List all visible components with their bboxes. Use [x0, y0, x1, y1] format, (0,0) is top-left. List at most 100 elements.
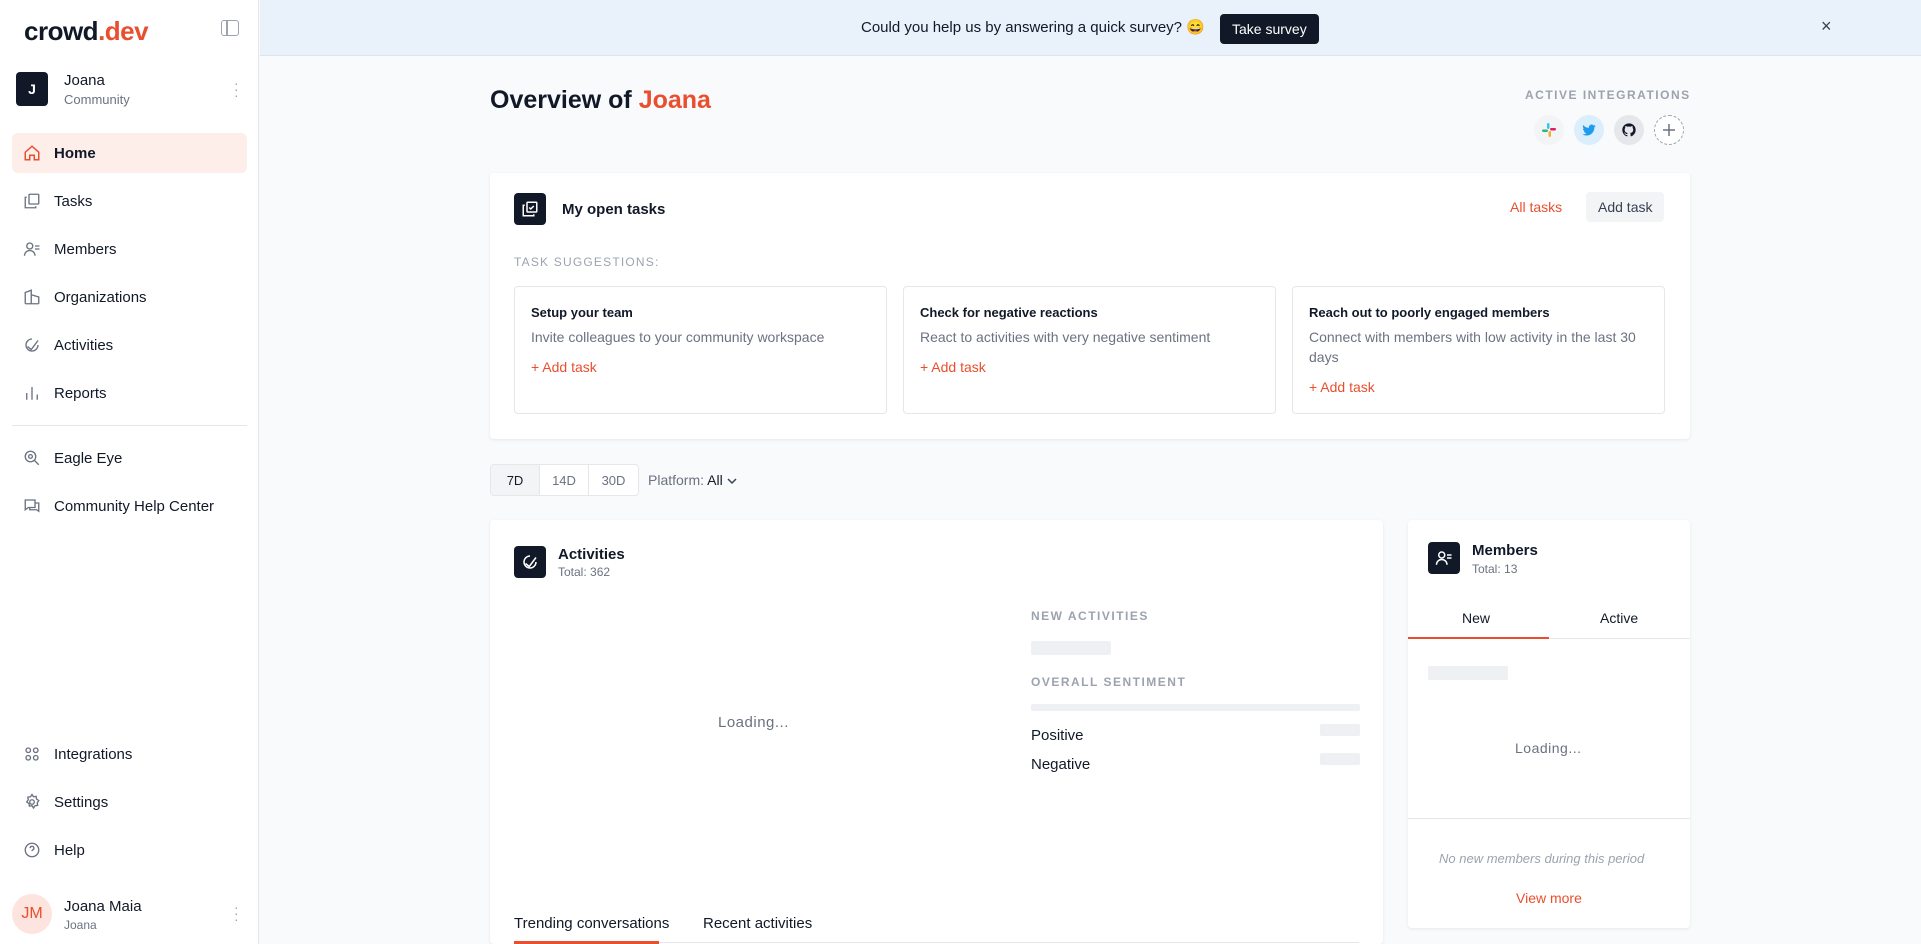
twitter-icon[interactable] — [1574, 115, 1604, 145]
take-survey-button[interactable]: Take survey — [1220, 14, 1319, 44]
members-loading-text: Loading... — [1515, 740, 1582, 756]
workspace-menu-icon[interactable]: · · · — [234, 76, 239, 102]
tab-trending-conversations[interactable]: Trending conversations — [514, 915, 669, 932]
add-task-button[interactable]: Add task — [1586, 192, 1665, 222]
user-workspace: Joana — [64, 918, 97, 932]
suggestion-title: Reach out to poorly engaged members — [1309, 305, 1550, 320]
date-range-toggle: 7D 14D 30D — [490, 464, 639, 496]
tabs-divider — [1549, 638, 1690, 639]
sidebar-item-tasks[interactable]: Tasks — [12, 181, 247, 221]
active-tab-indicator — [1408, 637, 1549, 639]
tasks-icon — [22, 191, 42, 211]
overall-sentiment-label: OVERALL SENTIMENT — [1031, 675, 1187, 689]
nav-divider — [12, 425, 247, 426]
slack-icon[interactable] — [1534, 115, 1564, 145]
sidebar-item-label: Settings — [54, 793, 109, 811]
range-7d-button[interactable]: 7D — [491, 465, 540, 495]
suggestion-title: Setup your team — [531, 305, 633, 320]
workspace-avatar: J — [16, 72, 48, 106]
members-icon — [1428, 542, 1460, 574]
sidebar-item-reports[interactable]: Reports — [12, 373, 247, 413]
sidebar-item-integrations[interactable]: Integrations — [12, 734, 247, 774]
activities-icon — [514, 546, 546, 578]
range-14d-button[interactable]: 14D — [540, 465, 589, 495]
add-integration-icon[interactable] — [1654, 115, 1684, 145]
divider — [1408, 818, 1690, 819]
help-icon — [22, 840, 42, 860]
members-icon — [22, 239, 42, 259]
page-title: Overview of Joana — [490, 86, 711, 115]
crowd-dev-logo[interactable]: crowd.dev — [24, 16, 149, 47]
tasks-icon — [514, 193, 546, 225]
chart-loading-text: Loading... — [718, 714, 789, 731]
tabs-divider — [659, 942, 1359, 943]
eagle-eye-icon — [22, 448, 42, 468]
sidebar-item-activities[interactable]: Activities — [12, 325, 247, 365]
add-suggested-task-button[interactable]: + Add task — [1309, 379, 1375, 395]
platform-label: Platform: — [648, 472, 705, 488]
positive-label: Positive — [1031, 727, 1084, 744]
new-activities-label: NEW ACTIVITIES — [1031, 609, 1149, 623]
task-suggestions-title: TASK SUGGESTIONS: — [514, 255, 660, 269]
all-tasks-link[interactable]: All tasks — [1510, 199, 1562, 215]
view-more-link[interactable]: View more — [1516, 890, 1582, 906]
sentiment-bar-skeleton — [1031, 704, 1360, 711]
sidebar-item-label: Eagle Eye — [54, 449, 123, 467]
add-suggested-task-button[interactable]: + Add task — [531, 359, 597, 375]
sidebar-item-organizations[interactable]: Organizations — [12, 277, 247, 317]
sidebar-item-eagle-eye[interactable]: Eagle Eye — [12, 438, 247, 478]
task-suggestion-card: Reach out to poorly engaged members Conn… — [1292, 286, 1665, 414]
home-icon — [22, 143, 42, 163]
activities-icon — [22, 335, 42, 355]
title-community-name: Joana — [638, 86, 711, 114]
chevron-down-icon — [727, 472, 737, 488]
platform-value: All — [707, 472, 723, 488]
sidebar-collapse-icon[interactable] — [221, 20, 239, 36]
logo-text: crowd — [24, 16, 99, 46]
close-icon[interactable]: × — [1821, 16, 1832, 37]
tab-new-members[interactable]: New — [1462, 610, 1490, 626]
tab-recent-activities[interactable]: Recent activities — [703, 915, 812, 932]
sidebar-item-community-help-center[interactable]: Community Help Center — [12, 486, 247, 526]
sidebar-item-label: Reports — [54, 384, 107, 402]
card-title: Activities — [558, 546, 625, 563]
card-title: Members — [1472, 542, 1538, 559]
sidebar-item-help[interactable]: Help — [12, 830, 247, 870]
user-menu-icon[interactable]: · · · — [234, 900, 239, 926]
sidebar: crowd.dev J Joana Community · · · Home Tas… — [0, 0, 259, 944]
user-profile[interactable]: JM Joana Maia Joana · · · — [12, 892, 247, 936]
workspace-switcher[interactable]: J Joana Community · · · — [16, 72, 244, 108]
activities-card: Activities Total: 362 Loading... NEW ACT… — [490, 520, 1383, 944]
open-tasks-card: My open tasks All tasks Add task TASK SU… — [490, 173, 1690, 439]
members-card: Members Total: 13 New Active Loading... … — [1408, 520, 1690, 928]
empty-members-text: No new members during this period — [1439, 851, 1645, 866]
sidebar-item-home[interactable]: Home — [12, 133, 247, 173]
sidebar-item-label: Organizations — [54, 288, 147, 306]
sidebar-item-members[interactable]: Members — [12, 229, 247, 269]
github-icon[interactable] — [1614, 115, 1644, 145]
survey-banner: Could you help us by answering a quick s… — [260, 0, 1921, 56]
suggestion-description: React to activities with very negative s… — [920, 329, 1211, 345]
range-30d-button[interactable]: 30D — [589, 465, 638, 495]
negative-label: Negative — [1031, 756, 1091, 773]
sidebar-item-label: Community Help Center — [54, 497, 215, 515]
suggestion-description: Connect with members with low activity i… — [1309, 329, 1636, 365]
survey-text: Could you help us by answering a quick s… — [861, 19, 1205, 36]
sidebar-item-label: Tasks — [54, 192, 93, 210]
workspace-name: Joana — [64, 72, 105, 89]
workspace-type: Community — [64, 92, 130, 107]
integrations-icon — [22, 744, 42, 764]
members-skeleton — [1428, 666, 1508, 680]
logo-accent-text: .dev — [98, 16, 149, 46]
tab-active-members[interactable]: Active — [1600, 610, 1638, 626]
avatar: JM — [12, 894, 52, 934]
positive-value-skeleton — [1320, 724, 1360, 736]
platform-filter[interactable]: Platform: All — [648, 472, 737, 488]
sidebar-item-label: Activities — [54, 336, 114, 354]
title-prefix: Overview of — [490, 86, 632, 114]
negative-value-skeleton — [1320, 753, 1360, 765]
sidebar-item-settings[interactable]: Settings — [12, 782, 247, 822]
organizations-icon — [22, 287, 42, 307]
sidebar-item-label: Members — [54, 240, 117, 258]
add-suggested-task-button[interactable]: + Add task — [920, 359, 986, 375]
